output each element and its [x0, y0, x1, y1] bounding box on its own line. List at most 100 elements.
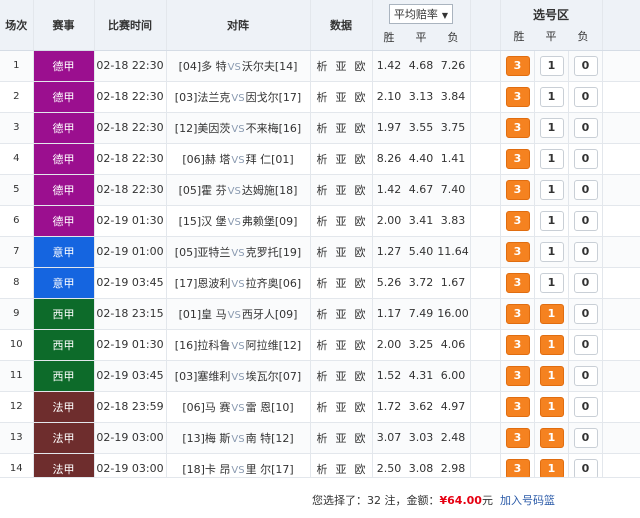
league-badge[interactable]: 西甲 — [33, 298, 95, 330]
pick-lose-button[interactable]: 0 — [573, 334, 598, 355]
analysis-link[interactable]: 析 — [317, 122, 328, 135]
analysis-link[interactable]: 析 — [317, 60, 328, 73]
add-to-basket-button[interactable]: 加入号码篮 — [500, 492, 555, 508]
asian-odds-link[interactable]: 亚 — [336, 401, 347, 414]
pick-win-button[interactable]: 3 — [505, 55, 530, 76]
away-team[interactable]: 达姆施[18] — [242, 184, 298, 197]
analysis-link[interactable]: 析 — [317, 91, 328, 104]
pick-draw-button[interactable]: 1 — [539, 272, 564, 293]
pick-draw-button[interactable]: 1 — [539, 241, 564, 262]
pick-win-button[interactable]: 3 — [505, 148, 530, 169]
league-badge[interactable]: 法甲 — [33, 391, 95, 423]
analysis-link[interactable]: 析 — [317, 339, 328, 352]
euro-odds-link[interactable]: 欧 — [355, 184, 366, 197]
pick-win-button[interactable]: 3 — [505, 334, 530, 355]
league-badge[interactable]: 德甲 — [33, 205, 95, 237]
analysis-link[interactable]: 析 — [317, 432, 328, 445]
euro-odds-link[interactable]: 欧 — [355, 401, 366, 414]
odds-type-select[interactable]: 平均赔率 ▼ — [388, 4, 454, 25]
euro-odds-link[interactable]: 欧 — [355, 370, 366, 383]
pick-lose-button[interactable]: 0 — [573, 86, 598, 107]
asian-odds-link[interactable]: 亚 — [336, 277, 347, 290]
asian-odds-link[interactable]: 亚 — [336, 153, 347, 166]
away-team[interactable]: 不来梅[16] — [246, 122, 302, 135]
analysis-link[interactable]: 析 — [317, 215, 328, 228]
asian-odds-link[interactable]: 亚 — [336, 432, 347, 445]
away-team[interactable]: 里 尔[17] — [246, 463, 294, 476]
league-badge[interactable]: 德甲 — [33, 174, 95, 206]
away-team[interactable]: 雷 恩[10] — [246, 401, 294, 414]
home-team[interactable]: [16]拉科鲁 — [175, 339, 231, 352]
home-team[interactable]: [05]霍 芬 — [179, 184, 227, 197]
euro-odds-link[interactable]: 欧 — [355, 215, 366, 228]
asian-odds-link[interactable]: 亚 — [336, 60, 347, 73]
pick-draw-button[interactable]: 1 — [539, 210, 564, 231]
home-team[interactable]: [06]马 赛 — [182, 401, 230, 414]
asian-odds-link[interactable]: 亚 — [336, 215, 347, 228]
away-team[interactable]: 阿拉维[12] — [246, 339, 302, 352]
pick-draw-button[interactable]: 1 — [539, 427, 564, 448]
pick-draw-button[interactable]: 1 — [539, 365, 564, 386]
euro-odds-link[interactable]: 欧 — [355, 432, 366, 445]
asian-odds-link[interactable]: 亚 — [336, 91, 347, 104]
pick-win-button[interactable]: 3 — [505, 86, 530, 107]
away-team[interactable]: 埃瓦尔[07] — [246, 370, 302, 383]
league-badge[interactable]: 德甲 — [33, 143, 95, 175]
analysis-link[interactable]: 析 — [317, 184, 328, 197]
pick-win-button[interactable]: 3 — [505, 458, 530, 479]
away-team[interactable]: 因戈尔[17] — [246, 91, 302, 104]
home-team[interactable]: [01]皇 马 — [179, 308, 227, 321]
away-team[interactable]: 拜 仁[01] — [246, 153, 294, 166]
home-team[interactable]: [17]恩波利 — [175, 277, 231, 290]
pick-lose-button[interactable]: 0 — [573, 241, 598, 262]
pick-win-button[interactable]: 3 — [505, 303, 530, 324]
away-team[interactable]: 西牙人[09] — [242, 308, 298, 321]
analysis-link[interactable]: 析 — [317, 308, 328, 321]
home-team[interactable]: [13]梅 斯 — [182, 432, 230, 445]
pick-draw-button[interactable]: 1 — [539, 86, 564, 107]
home-team[interactable]: [03]法兰克 — [175, 91, 231, 104]
pick-win-button[interactable]: 3 — [505, 365, 530, 386]
analysis-link[interactable]: 析 — [317, 277, 328, 290]
away-team[interactable]: 拉齐奥[06] — [246, 277, 302, 290]
pick-lose-button[interactable]: 0 — [573, 117, 598, 138]
euro-odds-link[interactable]: 欧 — [355, 308, 366, 321]
analysis-link[interactable]: 析 — [317, 401, 328, 414]
analysis-link[interactable]: 析 — [317, 370, 328, 383]
analysis-link[interactable]: 析 — [317, 246, 328, 259]
pick-draw-button[interactable]: 1 — [539, 334, 564, 355]
euro-odds-link[interactable]: 欧 — [355, 122, 366, 135]
pick-lose-button[interactable]: 0 — [573, 179, 598, 200]
pick-lose-button[interactable]: 0 — [573, 365, 598, 386]
euro-odds-link[interactable]: 欧 — [355, 463, 366, 476]
home-team[interactable]: [05]亚特兰 — [175, 246, 231, 259]
league-badge[interactable]: 西甲 — [33, 360, 95, 392]
home-team[interactable]: [15]汉 堡 — [179, 215, 227, 228]
asian-odds-link[interactable]: 亚 — [336, 308, 347, 321]
pick-lose-button[interactable]: 0 — [573, 427, 598, 448]
euro-odds-link[interactable]: 欧 — [355, 60, 366, 73]
euro-odds-link[interactable]: 欧 — [355, 91, 366, 104]
pick-lose-button[interactable]: 0 — [573, 396, 598, 417]
away-team[interactable]: 南 特[12] — [246, 432, 294, 445]
league-badge[interactable]: 意甲 — [33, 267, 95, 299]
euro-odds-link[interactable]: 欧 — [355, 277, 366, 290]
euro-odds-link[interactable]: 欧 — [355, 339, 366, 352]
pick-lose-button[interactable]: 0 — [573, 458, 598, 479]
home-team[interactable]: [12]美因茨 — [175, 122, 231, 135]
pick-win-button[interactable]: 3 — [505, 179, 530, 200]
pick-win-button[interactable]: 3 — [505, 272, 530, 293]
pick-draw-button[interactable]: 1 — [539, 148, 564, 169]
league-badge[interactable]: 德甲 — [33, 50, 95, 82]
away-team[interactable]: 弗赖堡[09] — [242, 215, 298, 228]
pick-draw-button[interactable]: 1 — [539, 179, 564, 200]
pick-draw-button[interactable]: 1 — [539, 55, 564, 76]
pick-win-button[interactable]: 3 — [505, 396, 530, 417]
pick-draw-button[interactable]: 1 — [539, 303, 564, 324]
home-team[interactable]: [03]塞维利 — [175, 370, 231, 383]
analysis-link[interactable]: 析 — [317, 463, 328, 476]
euro-odds-link[interactable]: 欧 — [355, 153, 366, 166]
home-team[interactable]: [18]卡 昂 — [182, 463, 230, 476]
asian-odds-link[interactable]: 亚 — [336, 246, 347, 259]
league-badge[interactable]: 意甲 — [33, 236, 95, 268]
